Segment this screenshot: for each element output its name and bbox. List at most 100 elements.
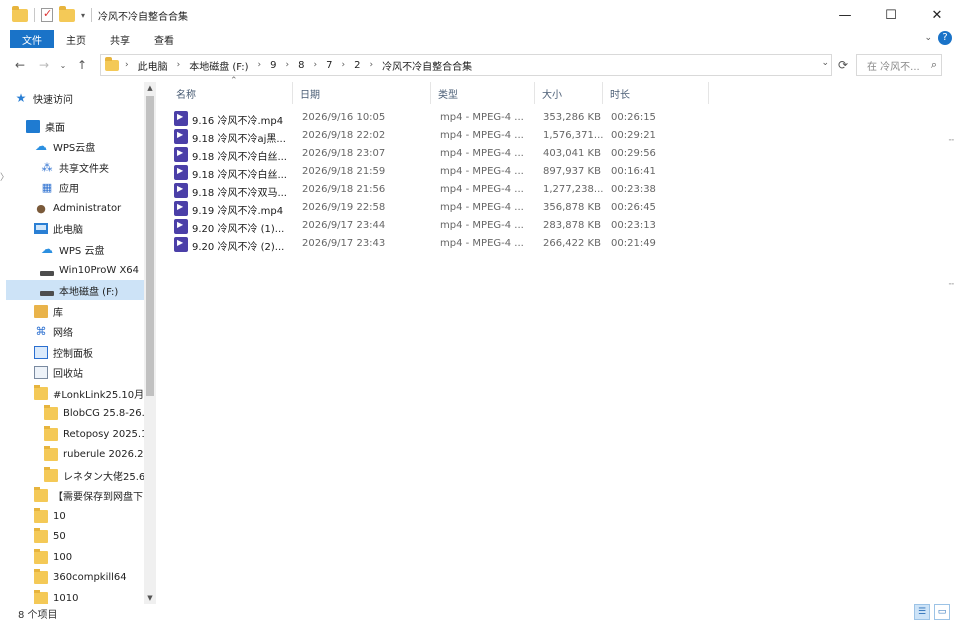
sidebar-item-label: 360compkill64 (53, 571, 127, 583)
sidebar-item-libraries[interactable]: 库 (34, 301, 156, 321)
cloud-icon: ☁ (35, 138, 47, 153)
column-header-name[interactable]: 名称 (176, 86, 196, 101)
file-duration: 00:29:21 (611, 130, 656, 141)
up-button[interactable]: ↑ (70, 54, 94, 76)
back-button[interactable]: ← (8, 54, 32, 76)
search-input[interactable]: 在 冷风不... ⌕ (856, 54, 942, 76)
file-size: 1,576,371... (543, 130, 604, 141)
column-divider[interactable] (602, 82, 603, 104)
breadcrumb-drive-f[interactable]: 本地磁盘 (F:) (189, 58, 248, 73)
customize-toolbar-icon[interactable]: ▾ (81, 11, 85, 20)
sidebar-item-apps[interactable]: ▦ 应用 (40, 177, 156, 197)
sidebar-item-folder[interactable]: レネタン大佬25.6 (44, 465, 156, 485)
sidebar-item-administrator[interactable]: ● Administrator (34, 198, 156, 218)
sidebar-item-drive-f[interactable]: 本地磁盘 (F:) (6, 280, 144, 300)
sidebar-item-label: 回收站 (53, 368, 83, 380)
sidebar-item-folder[interactable]: ruberule 2026.2. (44, 444, 156, 464)
sidebar-item-folder[interactable]: BlobCG 25.8-26. (44, 403, 156, 423)
tab-home[interactable]: 主页 (54, 30, 98, 48)
sidebar-scrollbar[interactable]: ▲ ▼ (144, 82, 156, 604)
refresh-button[interactable]: ⟳ (834, 55, 852, 75)
breadcrumb-7[interactable]: 7 (326, 60, 332, 71)
folder-icon (34, 548, 48, 564)
chevron-down-icon[interactable]: ⌄ (924, 33, 932, 43)
breadcrumb-this-pc[interactable]: 此电脑 (138, 58, 168, 73)
file-type: mp4 - MPEG-4 ... (440, 220, 524, 231)
sidebar-item-folder[interactable]: 360compkill64 (34, 567, 156, 587)
sidebar-item-desktop[interactable]: 桌面 (26, 116, 156, 136)
tab-share[interactable]: 共享 (98, 30, 142, 48)
file-type: mp4 - MPEG-4 ... (440, 202, 524, 213)
folder-icon (34, 568, 48, 584)
chevron-down-icon[interactable]: ⌄ (821, 58, 829, 68)
sidebar-item-control-panel[interactable]: 控制面板 (34, 342, 156, 362)
sidebar-item-this-pc[interactable]: 此电脑 (34, 218, 156, 238)
tab-file[interactable]: 文件 (10, 30, 54, 48)
sidebar-item-wps-cloud[interactable]: ☁ WPS云盘 (34, 136, 156, 156)
file-row[interactable]: 9.18 冷风不冷aj黑... 2026/9/18 22:02 mp4 - MP… (174, 128, 656, 146)
file-row[interactable]: 9.19 冷风不冷.mp4 2026/9/19 22:58 mp4 - MPEG… (174, 200, 656, 218)
scroll-down-icon[interactable]: ▼ (144, 592, 156, 604)
tab-view[interactable]: 查看 (142, 30, 186, 48)
properties-icon[interactable] (41, 7, 53, 22)
file-duration: 00:23:13 (611, 220, 656, 231)
sidebar-item-folder[interactable]: 100 (34, 547, 156, 567)
search-placeholder: 在 冷风不... (867, 61, 920, 73)
sidebar-item-recycle-bin[interactable]: 回收站 (34, 362, 156, 382)
breadcrumb-9[interactable]: 9 (270, 60, 276, 71)
column-header-type[interactable]: 类型 (438, 86, 458, 101)
address-bar[interactable]: › 此电脑 › 本地磁盘 (F:) › 9 › 8 › 7 › 2 › 冷风不冷… (100, 54, 832, 76)
file-type: mp4 - MPEG-4 ... (440, 166, 524, 177)
sidebar-item-wps-cloud-drive[interactable]: ☁ WPS 云盘 (40, 239, 156, 259)
column-header-duration[interactable]: 时长 (610, 86, 630, 101)
new-folder-icon[interactable] (59, 5, 75, 22)
column-header-size[interactable]: 大小 (542, 86, 562, 101)
column-header-date[interactable]: 日期 (300, 86, 320, 101)
scroll-up-icon[interactable]: ▲ (144, 82, 156, 94)
edge-fragment: ╌ (948, 280, 954, 290)
file-row[interactable]: 9.16 冷风不冷.mp4 2026/9/16 10:05 mp4 - MPEG… (174, 110, 656, 128)
help-icon[interactable]: ? (938, 31, 952, 45)
close-button[interactable]: ✕ (914, 0, 960, 30)
breadcrumb-8[interactable]: 8 (298, 60, 304, 71)
window-controls: — ☐ ✕ (822, 0, 960, 30)
sidebar-item-folder[interactable]: 1010 (34, 588, 156, 604)
large-icons-view-icon[interactable]: ▭ (934, 604, 950, 620)
sidebar-item-label: 50 (53, 530, 66, 542)
file-name: 9.19 冷风不冷.mp4 (192, 206, 284, 217)
sidebar-item-shared-folder[interactable]: ⁂ 共享文件夹 (40, 157, 156, 177)
recent-locations-button[interactable]: ⌄ (56, 54, 70, 76)
file-duration: 00:21:49 (611, 238, 656, 249)
file-row[interactable]: 9.20 冷风不冷 (2)... 2026/9/17 23:43 mp4 - M… (174, 236, 656, 254)
column-divider[interactable] (708, 82, 709, 104)
maximize-button[interactable]: ☐ (868, 0, 914, 30)
sidebar-item-system-drive[interactable]: Win10ProW X64 (40, 260, 156, 280)
sidebar-item-folder[interactable]: 50 (34, 526, 156, 546)
sidebar-item-folder[interactable]: #LonkLink25.10月 (34, 383, 156, 403)
file-row[interactable]: 9.18 冷风不冷白丝... 2026/9/18 21:59 mp4 - MPE… (174, 164, 656, 182)
column-divider[interactable] (430, 82, 431, 104)
sidebar-item-folder[interactable]: 【需要保存到网盘下 (34, 485, 156, 505)
file-row[interactable]: 9.18 冷风不冷白丝... 2026/9/18 23:07 mp4 - MPE… (174, 146, 656, 164)
chevron-right-icon: › (125, 60, 129, 70)
sidebar-item-folder[interactable]: 10 (34, 506, 156, 526)
details-view-icon[interactable]: ☰ (914, 604, 930, 620)
folder-icon (34, 589, 48, 604)
sidebar-item-folder[interactable]: Retoposy 2025.1 (44, 424, 156, 444)
sidebar-item-network[interactable]: ⌘ 网络 (34, 321, 156, 341)
scrollbar-thumb[interactable] (146, 96, 154, 396)
forward-button[interactable]: → (32, 54, 56, 76)
breadcrumb-2[interactable]: 2 (354, 60, 360, 71)
navigation-bar: ← → ⌄ ↑ › 此电脑 › 本地磁盘 (F:) › 9 › 8 › 7 › … (0, 52, 960, 78)
column-divider[interactable] (534, 82, 535, 104)
file-row[interactable]: 9.20 冷风不冷 (1)... 2026/9/17 23:44 mp4 - M… (174, 218, 656, 236)
file-size: 403,041 KB (543, 148, 601, 159)
file-row[interactable]: 9.18 冷风不冷双马... 2026/9/18 21:56 mp4 - MPE… (174, 182, 656, 200)
sidebar-item-label: #LonkLink25.10月 (53, 389, 145, 401)
breadcrumb-current-folder[interactable]: 冷风不冷自整合合集 (382, 58, 472, 73)
sidebar-item-quick-access[interactable]: ★ 快速访问 (14, 88, 152, 108)
column-divider[interactable] (292, 82, 293, 104)
minimize-button[interactable]: — (822, 0, 868, 30)
video-file-icon (174, 165, 188, 180)
chevron-right-icon: › (313, 60, 318, 70)
